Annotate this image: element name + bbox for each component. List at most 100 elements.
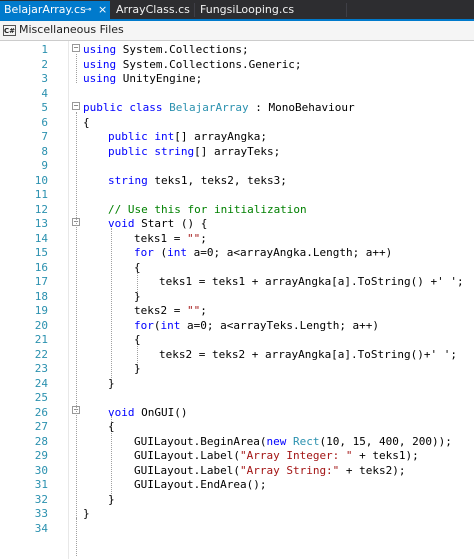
code-text: GUILayout.EndArea(); xyxy=(134,478,267,491)
line-number: 28 xyxy=(34,434,48,448)
line-number: 2 xyxy=(41,57,48,71)
code-line[interactable]: 12 // Use this for initialization xyxy=(0,203,474,218)
code-text: for(int a=0; a<arrayTeks.Length; a++) xyxy=(134,318,380,332)
code-line[interactable]: 28 GUILayout.BeginArea(new Rect(10, 15, 4… xyxy=(0,435,474,450)
line-number: 22 xyxy=(34,347,48,361)
code-line[interactable]: 27 { xyxy=(0,420,474,435)
code-line[interactable]: 14 teks1 = ""; xyxy=(0,232,474,247)
code-text: for (int a=0; a<arrayAngka.Length; a++) xyxy=(134,246,393,259)
line-number: 20 xyxy=(34,318,48,332)
line-number: 25 xyxy=(34,391,48,404)
code-line[interactable]: 25 xyxy=(0,391,474,406)
line-number: 5 xyxy=(41,101,48,114)
line-number: 6 xyxy=(41,115,48,129)
tab-label: BelajarArray.cs xyxy=(4,3,86,16)
csharp-file-icon: C# xyxy=(3,25,16,36)
code-text: void OnGUI() xyxy=(108,405,188,419)
line-number: 34 xyxy=(34,521,48,535)
code-line[interactable]: 26 void OnGUI() xyxy=(0,406,474,421)
navigation-bar[interactable]: C# Miscellaneous Files xyxy=(0,21,474,41)
line-number: 13 xyxy=(34,217,48,230)
tab-belajararray[interactable]: BelajarArray.cs ⊸ × xyxy=(0,1,110,19)
line-number: 16 xyxy=(34,260,48,274)
code-line[interactable]: 13 void Start () { xyxy=(0,217,474,232)
project-dropdown-label[interactable]: Miscellaneous Files xyxy=(19,23,124,36)
code-line[interactable]: 33} xyxy=(0,507,474,522)
line-number: 18 xyxy=(34,289,48,303)
line-number: 11 xyxy=(34,188,48,201)
code-line[interactable]: 7 public int[] arrayAngka; xyxy=(0,130,474,145)
line-number: 3 xyxy=(41,72,48,85)
tab-arrayclass[interactable]: ArrayClass.cs xyxy=(112,1,196,19)
code-text: using System.Collections.Generic; xyxy=(83,57,302,71)
code-line[interactable]: 29 GUILayout.Label("Array Integer: " + te… xyxy=(0,449,474,464)
code-line[interactable]: 20 for(int a=0; a<arrayTeks.Length; a++) xyxy=(0,319,474,334)
tab-label: ArrayClass.cs xyxy=(116,3,190,16)
close-icon[interactable]: × xyxy=(98,1,107,19)
tab-bar: BelajarArray.cs ⊸ × ArrayClass.cs Fungsi… xyxy=(0,0,474,21)
code-text: } xyxy=(108,376,115,390)
code-text: { xyxy=(83,115,90,129)
tab-label: FungsiLooping.cs xyxy=(200,3,295,16)
code-text: } xyxy=(134,362,141,375)
code-text: using System.Collections; xyxy=(83,43,249,56)
tab-divider xyxy=(346,3,347,17)
line-number: 15 xyxy=(34,246,48,259)
code-text: { xyxy=(134,260,141,274)
code-text: GUILayout.Label("Array Integer: " + teks… xyxy=(134,449,419,462)
line-number: 33 xyxy=(34,507,48,520)
line-number: 31 xyxy=(34,478,48,491)
code-line[interactable]: 31 GUILayout.EndArea(); xyxy=(0,478,474,493)
line-number: 24 xyxy=(34,376,48,390)
line-number: 1 xyxy=(41,43,48,56)
line-number: 17 xyxy=(34,275,48,288)
code-line[interactable]: 30 GUILayout.Label("Array String:" + teks… xyxy=(0,464,474,479)
code-text: teks2 = ""; xyxy=(134,304,207,317)
line-number: 27 xyxy=(34,420,48,433)
code-line[interactable]: 1 using System.Collections; xyxy=(0,43,474,58)
code-text: } xyxy=(83,507,90,520)
code-line[interactable]: 15 for (int a=0; a<arrayAngka.Length; a++… xyxy=(0,246,474,261)
code-line[interactable]: 17 teks1 = teks1 + arrayAngka[a].ToString… xyxy=(0,275,474,290)
code-line[interactable]: 24} xyxy=(0,377,474,392)
code-text: GUILayout.BeginArea(new Rect(10, 15, 400… xyxy=(134,434,452,448)
code-line[interactable]: 22 teks2 = teks2 + arrayAngka[a].ToString… xyxy=(0,348,474,363)
line-number: 9 xyxy=(41,159,48,172)
code-text: } xyxy=(134,289,141,303)
line-number: 14 xyxy=(34,231,48,245)
code-text: public class BelajarArray : MonoBehaviou… xyxy=(83,101,355,114)
line-number: 4 xyxy=(41,86,48,100)
code-line[interactable]: 16 { xyxy=(0,261,474,276)
code-text: teks1 = ""; xyxy=(134,231,207,245)
code-line[interactable]: 19 teks2 = ""; xyxy=(0,304,474,319)
line-number: 7 xyxy=(41,130,48,143)
code-line[interactable]: 5 public class BelajarArray : MonoBehavio… xyxy=(0,101,474,116)
tab-fungsilooping[interactable]: FungsiLooping.cs xyxy=(196,1,348,19)
code-line[interactable]: 21 { xyxy=(0,333,474,348)
code-line[interactable]: 2 using System.Collections.Generic; xyxy=(0,58,474,73)
code-line[interactable]: 11 xyxy=(0,188,474,203)
code-line[interactable]: 23} xyxy=(0,362,474,377)
code-line[interactable]: 6{ xyxy=(0,116,474,131)
code-text: public int[] arrayAngka; xyxy=(108,130,267,143)
line-number: 23 xyxy=(34,362,48,375)
code-line[interactable]: 34 xyxy=(0,522,474,537)
code-text: GUILayout.Label("Array String:" + teks2)… xyxy=(134,463,406,477)
code-line[interactable]: 4 xyxy=(0,87,474,102)
code-line[interactable]: 18} xyxy=(0,290,474,305)
code-line[interactable]: 3 using UnityEngine; xyxy=(0,72,474,87)
code-line[interactable]: 10 string teks1, teks2, teks3; xyxy=(0,174,474,189)
line-number: 19 xyxy=(34,304,48,317)
pin-icon[interactable]: ⊸ xyxy=(84,1,92,19)
code-text: { xyxy=(108,420,115,433)
code-text: teks2 = teks2 + arrayAngka[a].ToString()… xyxy=(159,347,458,361)
code-line[interactable]: 8 public string[] arrayTeks; xyxy=(0,145,474,160)
code-line[interactable]: 9 xyxy=(0,159,474,174)
line-number: 29 xyxy=(34,449,48,462)
code-text: teks1 = teks1 + arrayAngka[a].ToString()… xyxy=(159,275,464,288)
code-text: void Start () { xyxy=(108,217,208,230)
line-number: 10 xyxy=(34,173,48,187)
code-line[interactable]: 32} xyxy=(0,493,474,508)
line-number: 32 xyxy=(34,492,48,506)
code-text: public string[] arrayTeks; xyxy=(108,144,281,158)
